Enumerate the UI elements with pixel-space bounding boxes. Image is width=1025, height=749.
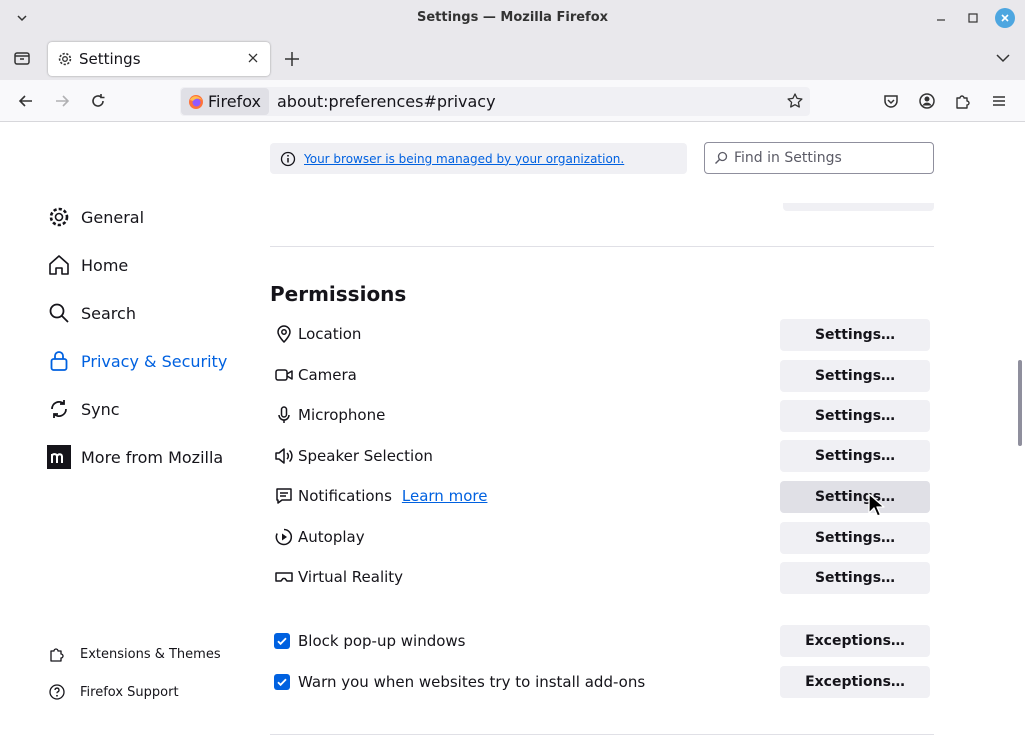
permission-row-notifications: Notifications Learn more — [274, 484, 487, 508]
close-window-button[interactable] — [995, 8, 1015, 28]
mozilla-m-icon — [47, 445, 71, 469]
tab-title: Settings — [79, 50, 141, 68]
microphone-settings-button[interactable]: Settings… — [780, 400, 930, 432]
maximize-button[interactable] — [963, 8, 983, 28]
find-in-settings-input[interactable]: Find in Settings — [704, 142, 934, 174]
settings-gear-icon — [57, 51, 73, 67]
location-settings-button[interactable]: Settings… — [780, 319, 930, 351]
firefox-logo-icon — [188, 94, 204, 110]
gear-icon — [47, 205, 71, 229]
sidebar-item-label: Privacy & Security — [81, 351, 228, 371]
notifications-settings-button[interactable]: Settings… — [780, 481, 930, 513]
permission-row-autoplay: Autoplay — [274, 525, 365, 549]
section-divider — [270, 734, 934, 735]
sidebar-item-search[interactable]: Search — [47, 298, 136, 328]
sidebar-link-firefox-support[interactable]: Firefox Support — [48, 680, 179, 704]
block-popups-checkbox[interactable] — [274, 633, 290, 649]
list-all-tabs-icon[interactable] — [994, 49, 1012, 67]
sidebar-item-label: More from Mozilla — [81, 447, 224, 467]
extensions-puzzle-icon[interactable] — [954, 92, 972, 110]
new-tab-icon[interactable] — [283, 50, 301, 68]
permission-row-location: Location — [274, 322, 361, 346]
pocket-icon[interactable] — [882, 92, 900, 110]
addons-exceptions-button[interactable]: Exceptions… — [780, 666, 930, 698]
sidebar-item-label: Sync — [81, 399, 120, 419]
close-tab-icon[interactable] — [246, 51, 260, 65]
back-icon[interactable] — [17, 92, 35, 110]
hamburger-menu-icon[interactable] — [990, 92, 1008, 110]
scrollbar-thumb[interactable] — [1018, 360, 1022, 446]
forward-icon[interactable] — [53, 92, 71, 110]
checkbox-label: Block pop-up windows — [298, 632, 466, 650]
autoplay-icon — [274, 527, 294, 547]
sidebar-link-label: Firefox Support — [80, 684, 179, 700]
sidebar-item-label: Home — [81, 255, 129, 275]
window-title: Settings — Mozilla Firefox — [416, 10, 609, 25]
sidebar-link-extensions-themes[interactable]: Extensions & Themes — [48, 642, 221, 666]
camera-icon — [274, 365, 294, 385]
speaker-icon — [274, 446, 294, 466]
bookmark-star-icon[interactable] — [786, 92, 804, 110]
search-icon — [47, 301, 71, 325]
policy-link[interactable]: Your browser is being managed by your or… — [304, 152, 624, 166]
notifications-learn-more-link[interactable]: Learn more — [402, 487, 488, 505]
minimize-button[interactable] — [931, 8, 951, 28]
identity-label: Firefox — [208, 92, 261, 111]
sidebar-link-label: Extensions & Themes — [80, 646, 221, 662]
identity-box[interactable]: Firefox — [181, 88, 269, 115]
permission-label: Location — [298, 325, 362, 343]
permission-label: Camera — [298, 366, 357, 384]
block-popups-row: Block pop-up windows — [274, 631, 466, 651]
sidebar-item-sync[interactable]: Sync — [47, 394, 120, 424]
permission-row-speaker-selection: Speaker Selection — [274, 444, 433, 468]
notification-icon — [274, 486, 294, 506]
permission-label: Speaker Selection — [298, 447, 433, 465]
microphone-icon — [274, 405, 294, 425]
checkbox-label: Warn you when websites try to install ad… — [298, 673, 646, 691]
sidebar-item-label: General — [81, 207, 145, 227]
sidebar-item-general[interactable]: General — [47, 202, 144, 232]
mouse-cursor-icon — [868, 493, 886, 519]
tab-settings[interactable]: Settings — [48, 42, 270, 76]
permission-row-microphone: Microphone — [274, 403, 385, 427]
sidebar-item-home[interactable]: Home — [47, 250, 128, 280]
permission-label: Notifications — [298, 487, 392, 505]
url-text[interactable]: about:preferences#privacy — [277, 92, 496, 111]
home-icon — [47, 253, 71, 277]
permission-label: Virtual Reality — [298, 568, 404, 586]
search-placeholder: Find in Settings — [734, 150, 842, 166]
puzzle-icon — [48, 645, 66, 663]
speaker-selection-settings-button[interactable]: Settings… — [780, 440, 930, 472]
permission-row-virtual-reality: Virtual Reality — [274, 565, 403, 589]
info-icon — [280, 151, 296, 167]
autoplay-settings-button[interactable]: Settings… — [780, 522, 930, 554]
policy-banner: Your browser is being managed by your or… — [270, 143, 687, 174]
virtual-reality-settings-button[interactable]: Settings… — [780, 562, 930, 594]
search-icon — [714, 151, 728, 165]
vr-icon — [274, 567, 294, 587]
sidebar-item-label: Search — [81, 303, 136, 323]
firefox-view-icon[interactable] — [12, 48, 32, 68]
section-divider — [270, 246, 934, 247]
permission-label: Autoplay — [298, 528, 365, 546]
reload-icon[interactable] — [89, 92, 107, 110]
help-icon — [48, 683, 66, 701]
permission-label: Microphone — [298, 406, 386, 424]
sidebar-item-privacy-security[interactable]: Privacy & Security — [47, 346, 227, 376]
sidebar-item-more-from-mozilla[interactable]: More from Mozilla — [47, 442, 223, 472]
location-icon — [274, 324, 294, 344]
permissions-heading: Permissions — [270, 282, 407, 306]
warn-addons-row: Warn you when websites try to install ad… — [274, 672, 645, 692]
permission-row-camera: Camera — [274, 363, 357, 387]
popups-exceptions-button[interactable]: Exceptions… — [780, 625, 930, 657]
warn-addons-checkbox[interactable] — [274, 674, 290, 690]
camera-settings-button[interactable]: Settings… — [780, 360, 930, 392]
scrolled-off-button[interactable] — [783, 203, 934, 211]
lock-icon — [47, 349, 71, 373]
account-icon[interactable] — [918, 92, 936, 110]
sync-icon — [47, 397, 71, 421]
